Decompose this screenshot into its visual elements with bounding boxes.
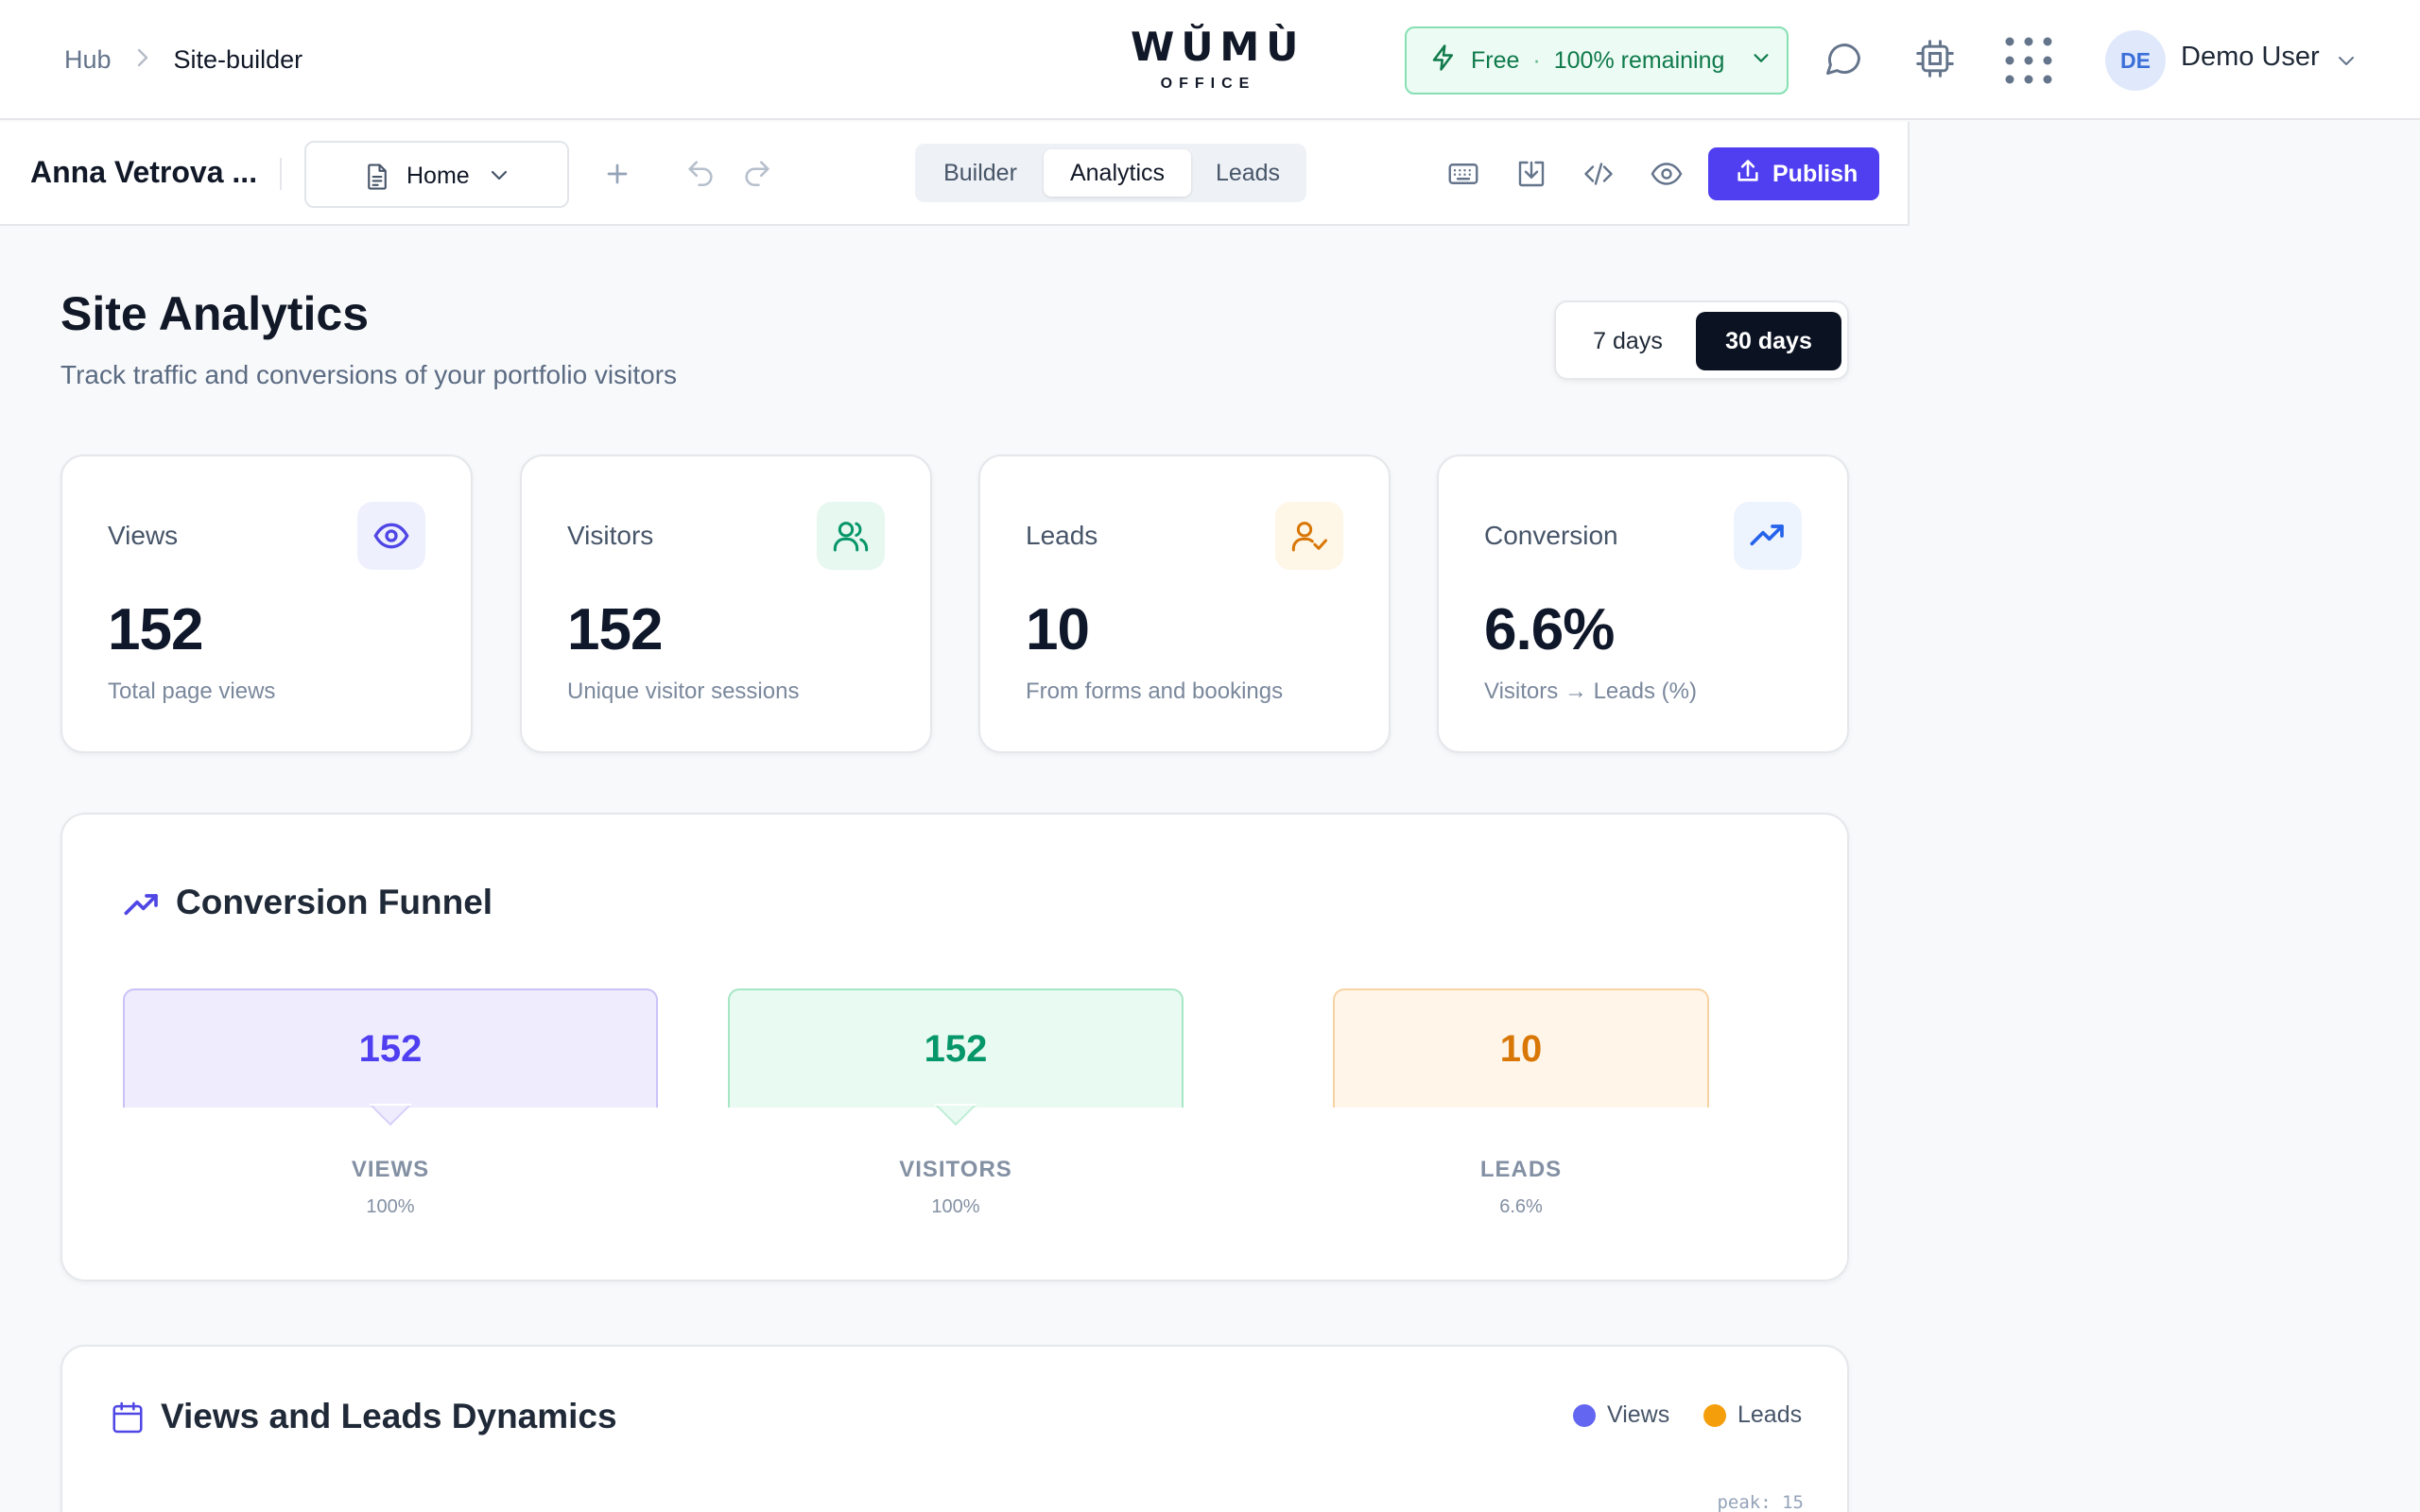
logo-word: WŬMÙ: [1131, 24, 1305, 70]
publish-label: Publish: [1772, 160, 1858, 187]
stat-description: Total page views: [108, 679, 276, 704]
trending-up-icon: [1734, 502, 1802, 570]
date-range-toggle: 7 days 30 days: [1554, 301, 1849, 380]
eye-icon: [357, 502, 425, 570]
publish-button[interactable]: Publish: [1708, 147, 1879, 200]
funnel-step-percent: 100%: [931, 1196, 980, 1217]
funnel-title: Conversion Funnel: [176, 883, 493, 921]
funnel-step-visitors: 152: [728, 988, 1184, 1108]
chat-icon[interactable]: [1823, 38, 1864, 79]
chevron-down-icon: [488, 163, 510, 193]
top-header: Hub Site-builder WŬMÙ OFFICE Free · 100%…: [0, 0, 2420, 120]
stat-label: Views: [108, 521, 179, 550]
funnel-arrow-icon: [935, 1104, 977, 1126]
add-page-icon[interactable]: [600, 157, 634, 191]
stat-description: Visitors → Leads (%): [1484, 679, 1697, 704]
stat-card-conversion: Conversion 6.6% Visitors → Leads (%): [1437, 455, 1849, 753]
page-select[interactable]: Home: [304, 141, 569, 208]
breadcrumb-current: Site-builder: [173, 45, 303, 74]
upload-icon: [1735, 158, 1761, 191]
page-select-value: Home: [406, 163, 470, 189]
avatar[interactable]: DE: [2105, 30, 2166, 91]
breadcrumb-hub-link[interactable]: Hub: [64, 45, 112, 75]
divider: [280, 158, 282, 190]
calendar-icon: [110, 1400, 146, 1440]
stat-value: 6.6%: [1484, 597, 1615, 662]
chevron-right-icon: [136, 45, 149, 75]
funnel-step-label: LEADS: [1479, 1157, 1563, 1182]
breadcrumb: Hub Site-builder: [64, 0, 302, 120]
plan-name: Free: [1471, 46, 1520, 74]
logo-subtitle: OFFICE: [1160, 76, 1256, 92]
legend-swatch: [1573, 1403, 1596, 1427]
range-7-days-button[interactable]: 7 days: [1569, 312, 1686, 370]
funnel-step-percent: 100%: [366, 1196, 415, 1217]
cpu-icon[interactable]: [1914, 38, 1956, 79]
page-subtitle: Track traffic and conversions of your po…: [60, 360, 678, 389]
document-icon: [363, 162, 391, 198]
funnel-step-leads: 10: [1333, 988, 1709, 1108]
trending-up-icon: [123, 886, 161, 929]
funnel-step-percent: 6.6%: [1499, 1196, 1543, 1217]
dynamics-title: Views and Leads Dynamics: [161, 1397, 617, 1435]
stat-description: Unique visitor sessions: [567, 679, 800, 704]
funnel-step-label: VIEWS: [351, 1157, 430, 1182]
code-icon[interactable]: [1582, 157, 1616, 191]
chevron-down-icon[interactable]: [2335, 49, 2358, 77]
legend-item-views: Views: [1573, 1401, 1669, 1429]
chevron-down-icon: [1751, 47, 1772, 75]
plan-separator: ·: [1532, 46, 1541, 74]
stat-card-views: Views 152 Total page views: [60, 455, 473, 753]
tab-leads[interactable]: Leads: [1199, 149, 1297, 197]
mode-tabs: Builder Analytics Leads: [915, 144, 1306, 202]
user-check-icon: [1275, 502, 1343, 570]
apps-grid-icon[interactable]: [2004, 36, 2053, 85]
plan-remaining: 100% remaining: [1553, 46, 1725, 74]
undo-icon[interactable]: [684, 157, 718, 191]
preview-eye-icon[interactable]: [1650, 157, 1684, 191]
stat-card-visitors: Visitors 152 Unique visitor sessions: [520, 455, 932, 753]
legend-swatch: [1703, 1403, 1726, 1427]
tab-analytics[interactable]: Analytics: [1044, 149, 1191, 197]
funnel-arrow-icon: [370, 1104, 411, 1126]
page-title: Site Analytics: [60, 287, 370, 340]
stat-card-leads: Leads 10 From forms and bookings: [978, 455, 1391, 753]
legend-label: Leads: [1737, 1401, 1803, 1428]
stat-value: 10: [1026, 597, 1090, 662]
stat-value: 152: [567, 597, 663, 662]
views-leads-dynamics-panel: Views and Leads Dynamics Views Leads pea…: [60, 1345, 1849, 1512]
range-30-days-button[interactable]: 30 days: [1696, 312, 1841, 370]
logo[interactable]: WŬMÙ OFFICE: [1131, 24, 1305, 93]
site-name[interactable]: Anna Vetrova ...: [30, 155, 257, 190]
legend-label: Views: [1607, 1401, 1670, 1428]
lightning-icon: [1429, 43, 1458, 78]
download-icon[interactable]: [1514, 157, 1548, 191]
funnel-step-views: 152: [123, 988, 658, 1108]
funnel-step-label: VISITORS: [899, 1157, 1012, 1182]
stat-label: Leads: [1026, 521, 1098, 550]
plan-badge[interactable]: Free · 100% remaining: [1405, 26, 1789, 94]
peak-label: peak: 15: [1717, 1492, 1804, 1512]
users-icon: [817, 502, 885, 570]
conversion-funnel-panel: Conversion Funnel 152 VIEWS 100% 152 VIS…: [60, 813, 1849, 1281]
stat-label: Conversion: [1484, 521, 1618, 550]
user-name[interactable]: Demo User: [2181, 42, 2320, 73]
redo-icon[interactable]: [741, 157, 775, 191]
stat-value: 152: [108, 597, 203, 662]
stat-description: From forms and bookings: [1026, 679, 1284, 704]
keyboard-icon[interactable]: [1446, 157, 1480, 191]
tab-builder[interactable]: Builder: [925, 149, 1036, 197]
stat-label: Visitors: [567, 521, 654, 550]
legend-item-leads: Leads: [1703, 1401, 1802, 1429]
editor-toolbar: Anna Vetrova ... Home Builder Analytics …: [0, 122, 1910, 226]
